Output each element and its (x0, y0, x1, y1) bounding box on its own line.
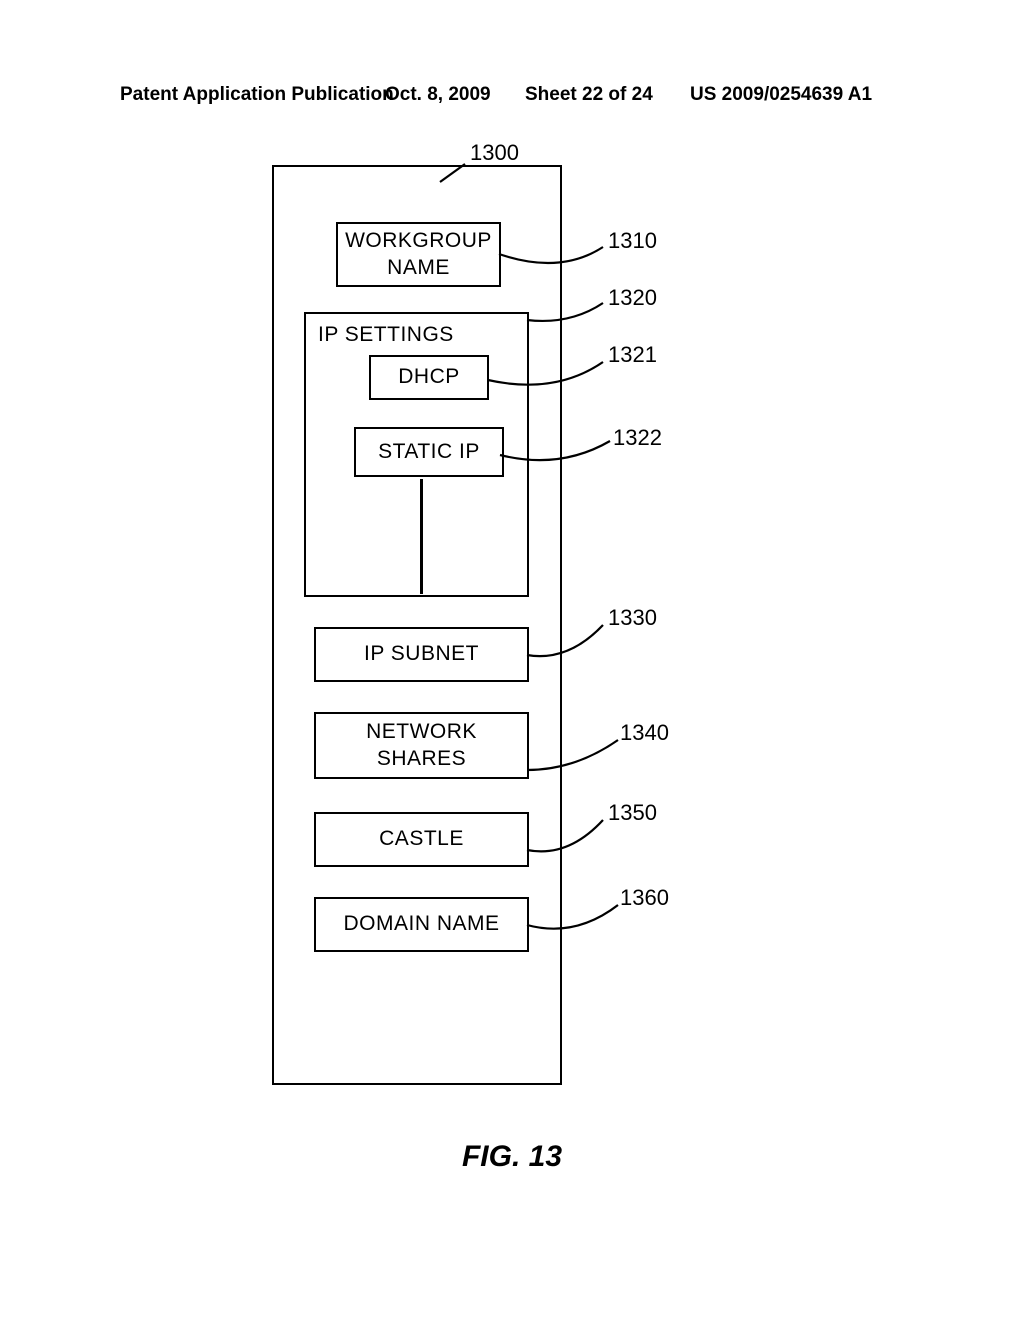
callout-1340: 1340 (620, 720, 669, 746)
callout-1321: 1321 (608, 342, 657, 368)
callout-1322: 1322 (613, 425, 662, 451)
box-static-ip: STATIC IP (354, 427, 504, 477)
box-castle: CASTLE (314, 812, 529, 867)
box-domain-name: DOMAIN NAME (314, 897, 529, 952)
callout-1330: 1330 (608, 605, 657, 631)
header-date: Oct. 8, 2009 (385, 84, 491, 106)
ip-settings-label: IP SETTINGS (318, 322, 454, 348)
box-ip-subnet: IP SUBNET (314, 627, 529, 682)
callout-1300: 1300 (470, 140, 519, 166)
diagram-container: WORKGROUP NAME IP SETTINGS DHCP STATIC I… (272, 165, 562, 1085)
callout-1350: 1350 (608, 800, 657, 826)
callout-1360: 1360 (620, 885, 669, 911)
header-publication: Patent Application Publication (120, 84, 394, 106)
box-dhcp: DHCP (369, 355, 489, 400)
vertical-connector-line (420, 479, 423, 594)
header-sheet: Sheet 22 of 24 (525, 84, 653, 106)
header-pubno: US 2009/0254639 A1 (690, 84, 872, 106)
callout-1310: 1310 (608, 228, 657, 254)
box-network-shares: NETWORK SHARES (314, 712, 529, 779)
box-workgroup-name: WORKGROUP NAME (336, 222, 501, 287)
page-header: Patent Application Publication Oct. 8, 2… (120, 84, 944, 106)
figure-label: FIG. 13 (0, 1140, 1024, 1174)
callout-1320: 1320 (608, 285, 657, 311)
